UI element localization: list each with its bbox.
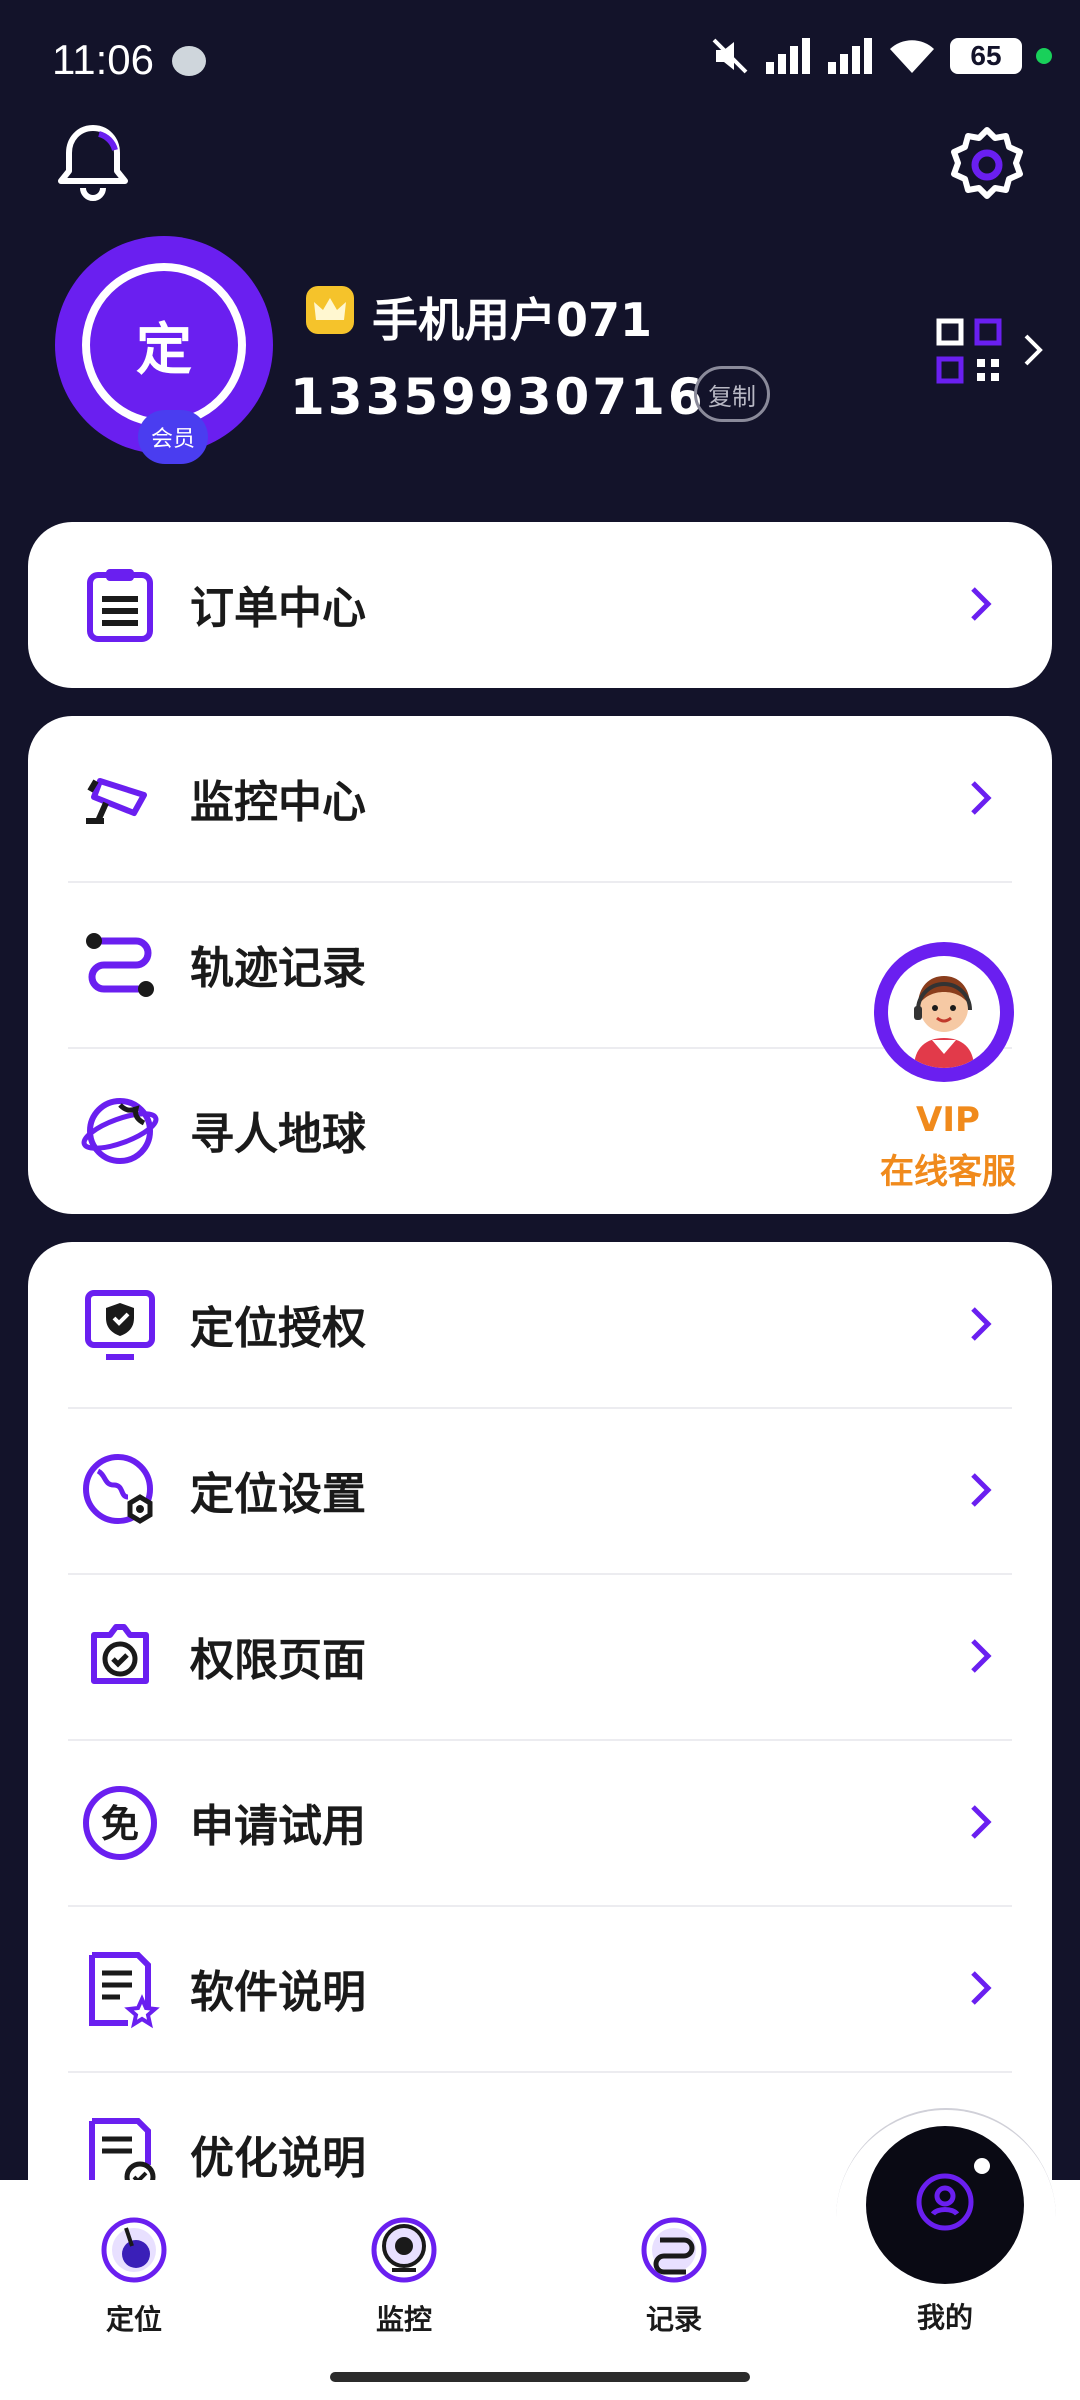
nav-tab-monitor[interactable]: 监控: [334, 2216, 474, 2338]
chevron-right-icon: [971, 781, 992, 815]
menu-item-label: 监控中心: [190, 777, 366, 828]
status-indicators: 65: [710, 36, 1052, 76]
menu-item-apply-trial[interactable]: 免 申请试用: [28, 1740, 1052, 1906]
vip-label: VIP: [916, 1100, 980, 1140]
signal-icon: [828, 38, 872, 74]
menu-item-permissions[interactable]: 权限页面: [28, 1574, 1052, 1740]
nav-label: 定位: [105, 2303, 162, 2336]
globe-settings-icon: [83, 1454, 153, 1524]
user-icon: [916, 2173, 974, 2231]
camera-icon: [86, 778, 147, 824]
globe-icon: [81, 1098, 159, 1164]
menu-item-label: 轨迹记录: [190, 943, 366, 994]
mute-icon: [712, 38, 748, 74]
qr-code-icon[interactable]: [936, 318, 1002, 384]
menu-item-label: 寻人地球: [190, 1109, 366, 1160]
chevron-right-icon: [971, 587, 992, 621]
chevron-right-icon: [971, 1307, 992, 1341]
gear-icon[interactable]: [948, 126, 1026, 204]
shield-monitor-icon: [85, 1290, 155, 1360]
nav-label: 监控: [375, 2303, 432, 2336]
settings-card: 定位授权 定位设置 权限页面 免 申请试用 软件说明 优化说明: [28, 1242, 1052, 2242]
crown-icon: [306, 286, 354, 334]
menu-item-order-center[interactable]: 订单中心: [28, 522, 1052, 688]
copy-button[interactable]: 复制: [694, 366, 770, 422]
nav-tab-location[interactable]: 定位: [64, 2216, 204, 2338]
menu-item-label: 定位授权: [190, 1303, 366, 1354]
menu-item-location-auth[interactable]: 定位授权: [28, 1242, 1052, 1408]
status-time: 11:06: [52, 36, 154, 83]
notification-dot: [974, 2158, 990, 2174]
username: 手机用户071: [372, 293, 653, 347]
webcam-icon: [371, 2217, 437, 2283]
menu-item-location-settings[interactable]: 定位设置: [28, 1408, 1052, 1574]
phone-number: 13359930716: [290, 368, 706, 426]
compass-icon: [101, 2217, 167, 2283]
chevron-right-icon: [971, 1971, 992, 2005]
agent-avatar-icon: [888, 956, 1000, 1068]
nav-label: 记录: [645, 2303, 702, 2336]
member-badge: 会员: [138, 410, 208, 464]
nav-tab-mine[interactable]: [866, 2126, 1024, 2284]
clipboard-list-icon: [87, 569, 153, 642]
nav-label: 我的: [916, 2301, 973, 2334]
route-icon: [86, 933, 154, 997]
bell-icon[interactable]: [56, 122, 130, 202]
chevron-right-icon: [971, 1805, 992, 1839]
menu-item-label: 申请试用: [190, 1801, 366, 1852]
battery-indicator: 65: [950, 38, 1022, 74]
menu-item-software-info[interactable]: 软件说明: [28, 1906, 1052, 2072]
chevron-right-icon: [1024, 334, 1043, 366]
privacy-dot: [1036, 48, 1052, 64]
wifi-icon: [890, 40, 934, 73]
avatar-text: 定: [82, 263, 246, 427]
menu-item-label: 软件说明: [190, 1967, 366, 2018]
chevron-right-icon: [971, 1639, 992, 1673]
check-badge-icon: [91, 1624, 149, 1684]
signal-icon: [766, 38, 810, 74]
menu-item-label: 权限页面: [190, 1635, 366, 1686]
route-icon: [641, 2217, 707, 2283]
home-indicator[interactable]: [330, 2372, 750, 2382]
free-badge-icon: 免: [83, 1786, 157, 1860]
order-card: 订单中心: [28, 522, 1052, 688]
menu-item-label: 优化说明: [190, 2133, 366, 2184]
chat-notification-icon: [172, 46, 206, 76]
nav-tab-records[interactable]: 记录: [604, 2216, 744, 2338]
document-star-icon: [89, 1952, 160, 2029]
online-service-label: 在线客服: [880, 1152, 1016, 1192]
free-badge-text: 免: [101, 1802, 139, 1846]
menu-item-label: 订单中心: [190, 583, 366, 634]
menu-item-monitor-center[interactable]: 监控中心: [28, 716, 1052, 882]
menu-item-label: 定位设置: [190, 1469, 366, 1520]
chevron-right-icon: [971, 1473, 992, 1507]
